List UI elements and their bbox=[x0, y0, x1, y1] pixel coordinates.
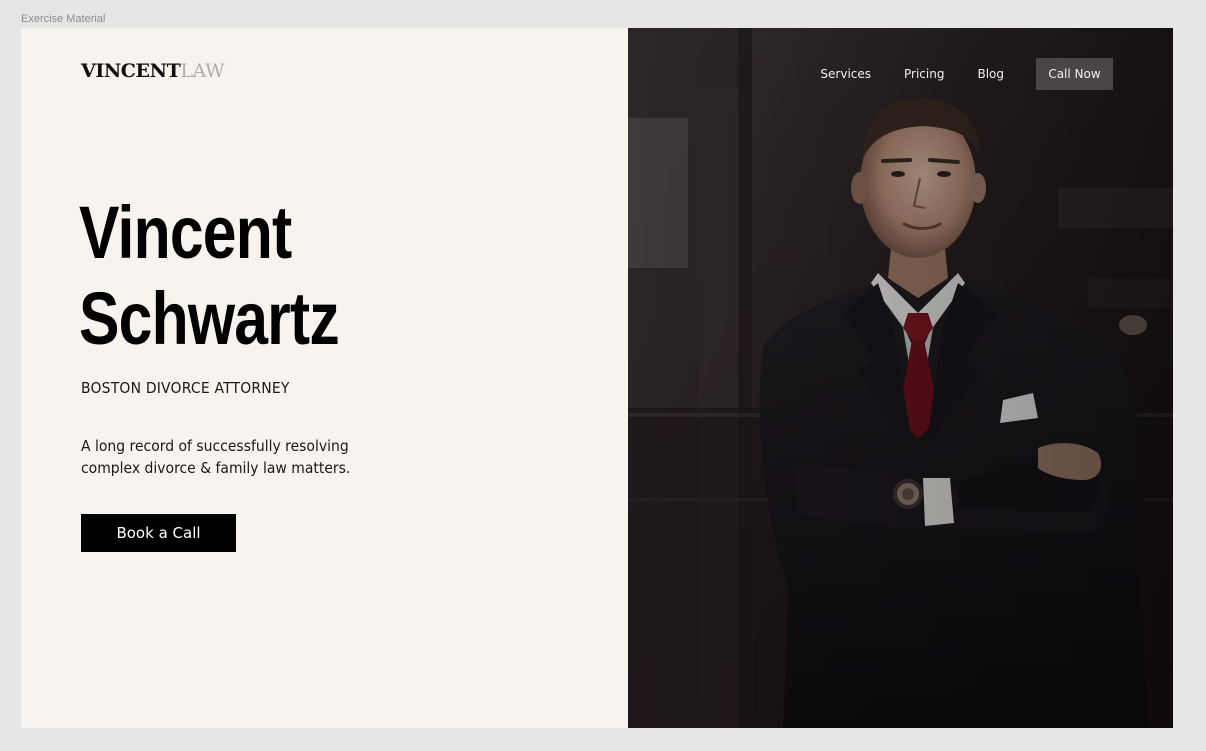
portrait-illustration bbox=[628, 28, 1173, 728]
hero-title-last-name: Schwartz bbox=[79, 277, 340, 360]
hero-subtitle: BOSTON DIVORCE ATTORNEY bbox=[81, 379, 290, 397]
attorney-portrait-photo: Services Pricing Blog Call Now bbox=[628, 28, 1173, 728]
call-now-button[interactable]: Call Now bbox=[1036, 58, 1113, 90]
landing-page: VINCENTLAW Vincent Schwartz BOSTON DIVOR… bbox=[21, 28, 1173, 728]
brand-logo-secondary: LAW bbox=[180, 60, 225, 82]
hero-title: Vincent Schwartz bbox=[79, 190, 340, 362]
hero-description: A long record of successfully resolving … bbox=[81, 437, 351, 477]
frame-label: Exercise Material bbox=[21, 13, 106, 25]
book-a-call-button[interactable]: Book a Call bbox=[81, 514, 236, 552]
main-navigation: Services Pricing Blog Call Now bbox=[820, 58, 1113, 90]
brand-logo[interactable]: VINCENTLAW bbox=[81, 60, 225, 82]
hero-title-first-name: Vincent bbox=[79, 191, 292, 274]
brand-logo-primary: VINCENT bbox=[81, 60, 181, 82]
nav-link-services[interactable]: Services bbox=[820, 67, 871, 81]
nav-link-blog[interactable]: Blog bbox=[977, 67, 1004, 81]
nav-link-pricing[interactable]: Pricing bbox=[904, 67, 944, 81]
